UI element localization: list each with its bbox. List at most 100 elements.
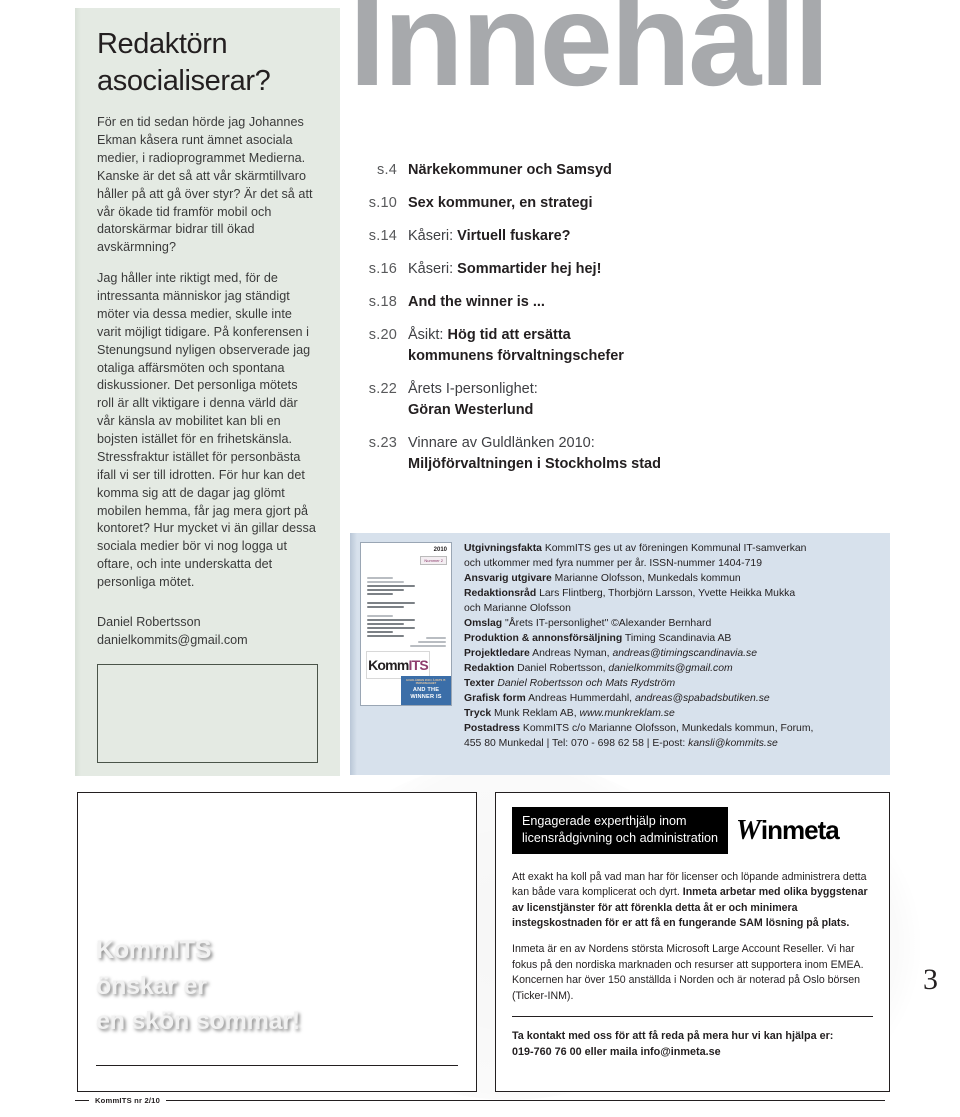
inmeta-call-to-action: Ta kontakt med oss för att få reda på me… [512,1029,873,1060]
toc-page-number: s.4 [377,162,397,178]
inmeta-ad: Engagerade experthjälp inom licensrådgiv… [495,792,890,1092]
toc-page-number: s.22 [368,381,397,398]
toc-page-number: s.10 [368,195,397,212]
imprint-value: "Årets IT-personlighet" ©Alexander Bernh… [502,617,712,629]
editorial-photo-placeholder [97,663,318,763]
imprint-label: Tryck [464,707,492,719]
toc-entry-bold: Sex kommuner, en strategi [408,195,593,212]
inmeta-tagline-line1: Engagerade experthjälp inom [522,814,687,828]
toc-entry[interactable]: s.4 Närkekommuner och Samsyd [355,160,895,181]
toc-page-number: s.23 [368,435,397,452]
cover-footer-lines [410,637,446,649]
toc-entry-title: And the winner is ... [408,292,545,313]
imprint-italic: Daniel Robertsson och Mats Rydström [497,677,676,689]
inmeta-tagline-band: Engagerade experthjälp inom licensrådgiv… [512,807,729,854]
imprint-line: Redaktion Daniel Robertsson, danielkommi… [464,662,878,677]
inmeta-logo: Winmeta [728,807,840,854]
imprint-label: Redaktion [464,662,515,674]
imprint-value: Timing Scandinavia AB [622,632,732,644]
inmeta-ad-header: Engagerade experthjälp inom licensrådgiv… [512,807,873,854]
greeting-line-2: önskar er [96,971,207,1000]
imprint-url: www.munkreklam.se [579,707,675,719]
imprint-line: Produktion & annonsförsäljning Timing Sc… [464,632,878,647]
cover-winner-badge: GULDLÄNKEN 2010 / Å RETS IT-PERSONLIGHET… [401,675,451,705]
inmeta-cta-line2: 019-760 76 00 eller maila info@inmeta.se [512,1045,721,1058]
cover-issue: Nummer 2 [420,556,447,565]
toc-page-number: s.18 [368,294,397,311]
imprint-value: Andreas Hummerdahl, [525,692,635,704]
imprint-label: Redaktionsråd [464,587,537,599]
imprint-line: och Marianne Olofsson [464,602,878,617]
imprint-line: Utgivningsfakta KommITS ges ut av föreni… [464,542,878,557]
imprint-email: kansli@kommits.se [688,737,778,749]
toc-entry-bold: Sommartider hej hej! [457,261,602,278]
editorial-title-line1: Redaktörn [97,28,228,60]
toc-entry-lead: Åsikt: [408,327,448,344]
toc-entry-bold: Virtuell fuskare? [457,228,571,245]
imprint-label: Grafisk form [464,692,526,704]
imprint-value: Andreas Nyman, [529,647,613,659]
imprint-label: Produktion & annonsförsäljning [464,632,623,644]
toc-page-number: s.14 [368,228,397,245]
imprint-line: Postadress KommITS c/o Marianne Olofsson… [464,722,878,737]
inmeta-body-paragraph-1: Att exakt ha koll på vad man har för lic… [512,870,873,931]
inmeta-logo-mark-icon: W [736,814,761,846]
toc-entry[interactable]: s.10 Sex kommuner, en strategi [355,193,895,214]
imprint-label: Omslag [464,617,503,629]
toc-page-number: s.20 [368,327,397,344]
imprint-label: Utgivningsfakta [464,543,542,554]
imprint-value: Munk Reklam AB, [491,707,580,719]
magazine-cover-thumbnail: 2010 Nummer 2 KommITS GULDLÄNKEN 2010 / … [360,542,452,706]
imprint-value: Lars Flintberg, Thorbjörn Larsson, Yvett… [536,587,796,599]
kommits-summer-greeting: KommITS önskar er en skön sommar! [96,933,300,1040]
greeting-line-3: en skön sommar! [96,1007,301,1035]
imprint-value: och Marianne Olofsson [464,602,571,614]
imprint-value: Daniel Robertsson, [514,662,609,674]
editorial-panel: Redaktörn asocialiserar? För en tid seda… [75,8,340,776]
imprint-line: Ansvarig utgivare Marianne Olofsson, Mun… [464,572,878,587]
editorial-author-name: Daniel Robertsson [97,614,201,629]
imprint-value: KommITS c/o Marianne Olofsson, Munkedals… [520,722,814,734]
cover-badge-line1: AND THE [412,687,440,694]
toc-entry[interactable]: s.14 Kåseri: Virtuell fuskare? [355,226,895,247]
page-number: 3 [923,963,938,996]
toc-entry-bold: Hög tid att ersätta [447,327,571,344]
toc-entry-bold: Närkekommuner och Samsyd [408,162,612,178]
imprint-line: Texter Daniel Robertsson och Mats Rydstr… [464,677,878,692]
toc-entry[interactable]: s.16 Kåseri: Sommartider hej hej! [355,259,895,280]
greeting-line-1: KommITS [96,936,212,964]
imprint-value: KommITS ges ut av föreningen Kommunal IT… [541,543,807,554]
footer-issue-label: KommITS nr 2/10 [95,1096,161,1105]
inmeta-ad-divider [512,1015,873,1017]
cover-logo-its: ITS [408,657,428,673]
editorial-signature: Daniel Robertsson danielkommits@gmail.co… [97,614,318,650]
toc-entry[interactable]: s.20 Åsikt: Hög tid att ersätta kommunens… [355,325,895,367]
kommits-ad-divider [96,1065,458,1066]
footer-rule-right [166,1100,885,1101]
imprint-line: 455 80 Munkedal | Tel: 070 - 698 62 58 |… [464,737,878,752]
editorial-paragraph-1: För en tid sedan hörde jag Johannes Ekma… [97,115,313,255]
cover-year: 2010 [433,547,447,553]
toc-page-number: s.16 [368,261,397,278]
editorial-paragraph-2: Jag håller inte riktigt med, för de intr… [97,271,316,590]
imprint-value: Marianne Olofsson, Munkedals kommun [551,572,741,584]
footer: KommITS nr 2/10 [75,1096,885,1105]
imprint-text: Utgivningsfakta KommITS ges ut av föreni… [464,542,878,766]
toc-entry[interactable]: s.23 Vinnare av Guldlänken 2010: Miljöför… [355,433,895,475]
editorial-title: Redaktörn asocialiserar? [97,26,318,100]
imprint-email: danielkommits@gmail.com [608,662,733,674]
imprint-band: 2010 Nummer 2 KommITS GULDLÄNKEN 2010 / … [350,533,890,775]
toc-entry[interactable]: s.18 And the winner is ... [355,292,895,313]
editorial-title-line2: asocialiserar? [97,65,271,98]
inmeta-cta-line1: Ta kontakt med oss för att få reda på me… [512,1029,834,1042]
cover-headline-lines [367,577,415,639]
cover-badge-line2: WINNER IS [410,694,442,701]
imprint-line: Projektledare Andreas Nyman, andreas@tim… [464,647,878,662]
imprint-label: Ansvarig utgivare [464,572,552,584]
imprint-email: andreas@timingscandinavia.se [612,647,757,659]
toc-entry-title: Kåseri: Virtuell fuskare? [408,226,571,247]
editorial-author-email: danielkommits@gmail.com [97,632,248,647]
toc-entry[interactable]: s.22 Årets I-personlighet: Göran Westerlu… [355,379,895,421]
table-of-contents: s.4 Närkekommuner och Samsyd s.10 Sex ko… [355,160,895,487]
toc-entry-title: Vinnare av Guldlänken 2010: Miljöförvaltn… [408,433,661,475]
